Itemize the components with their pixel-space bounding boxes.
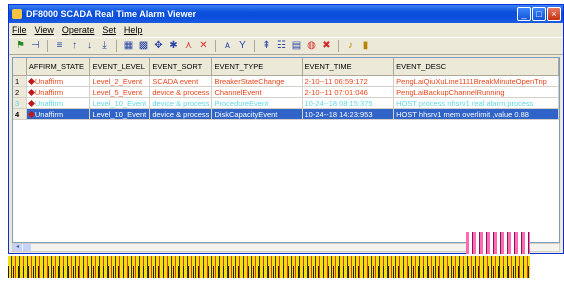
event-time-cell: 2-10--11 07:01:046 — [302, 86, 395, 98]
menu-help[interactable]: Help — [124, 23, 143, 37]
print-icon[interactable]: ⇞ — [261, 40, 272, 52]
event-type-cell: DiskCapacityEvent — [211, 108, 303, 120]
confirm-icon[interactable]: ✱ — [168, 40, 179, 52]
event-sort-cell: SCADA event — [149, 75, 213, 87]
sort-icon[interactable]: ≡ — [54, 40, 65, 52]
row-number: 3 — [13, 97, 27, 109]
event-level-cell: Level_10_Event — [89, 97, 151, 109]
grid-icon[interactable]: ▦ — [123, 40, 134, 52]
column-header-event-time[interactable]: EVENT_TIME — [302, 58, 395, 76]
down-arrow-icon[interactable]: ↓ — [84, 40, 95, 52]
toolbar-separator — [338, 40, 339, 52]
app-icon — [12, 9, 22, 19]
toolbar: ⚑ ⊣ ≡ ↑ ↓ ⤓ ▦ ▩ ✥ ✱ ⋏ ✕ ᴀ Y ⇞ ☷ ▤ ◍ ✖ ♪ … — [9, 37, 563, 55]
event-time-cell: 10-24--18 14:23:953 — [302, 108, 395, 120]
unaffirmed-alarm-icon — [27, 99, 35, 108]
clear-icon[interactable]: ◍ — [306, 40, 317, 52]
menu-file[interactable]: File — [12, 23, 27, 37]
columns-icon[interactable]: ☷ — [276, 40, 287, 52]
table-row[interactable]: 1 Unaffirm Level_2_Event SCADA event Bre… — [13, 75, 559, 87]
event-desc-cell: PengLaiBackupChannelRunning — [393, 86, 559, 98]
table-row[interactable]: 2 Unaffirm Level_5_Event device & proces… — [13, 86, 559, 98]
row-number: 4 — [13, 108, 27, 120]
filter-funnel-icon[interactable]: Y — [237, 40, 248, 52]
table-row[interactable]: 3 Unaffirm Level_10_Event device & proce… — [13, 97, 559, 109]
save-icon[interactable]: ▤ — [291, 40, 302, 52]
affirm-state-text: Unaffirm — [34, 76, 64, 86]
event-desc-cell: PengLaiQiuXuLine1111BreakMinuteOpenTrip — [393, 75, 559, 87]
exit-icon[interactable]: ▮ — [360, 40, 371, 52]
toolbar-separator — [116, 40, 117, 52]
filter-icon[interactable]: ⊣ — [30, 40, 41, 52]
toolbar-separator — [47, 40, 48, 52]
affirm-state-cell: Unaffirm — [26, 97, 91, 109]
affirm-state-cell: Unaffirm — [26, 75, 91, 87]
corrupted-text-overlay — [8, 266, 530, 278]
bottom-arrow-icon[interactable]: ⤓ — [99, 40, 110, 52]
minimize-button[interactable]: _ — [517, 7, 531, 21]
event-desc-cell: HOST hhsrv1 mem overlimit ,value 0.88 — [393, 108, 559, 120]
delete-icon[interactable]: ✕ — [198, 40, 209, 52]
unaffirmed-alarm-icon — [27, 110, 35, 119]
row-number: 1 — [13, 75, 27, 87]
window-title: DF8000 SCADA Real Time Alarm Viewer — [26, 9, 197, 19]
event-level-cell: Level_10_Event — [89, 108, 151, 120]
column-header-event-level[interactable]: EVENT_LEVEL — [89, 58, 151, 76]
corrupted-pixel-block — [466, 232, 530, 254]
event-sort-cell: device & process — [149, 86, 213, 98]
affirm-state-text: Unaffirm — [34, 109, 64, 119]
close-button[interactable]: × — [547, 7, 561, 21]
menu-operate[interactable]: Operate — [62, 23, 95, 37]
event-type-cell: ProcedureEvent — [211, 97, 303, 109]
event-sort-cell: device & process — [149, 97, 213, 109]
maximize-button[interactable]: □ — [532, 7, 546, 21]
sound-icon[interactable]: ♪ — [345, 40, 356, 52]
event-level-cell: Level_5_Event — [89, 86, 151, 98]
toolbar-separator — [254, 40, 255, 52]
menu-set[interactable]: Set — [102, 23, 116, 37]
event-type-cell: ChannelEvent — [211, 86, 303, 98]
alarm-viewer-window: DF8000 SCADA Real Time Alarm Viewer _ □ … — [8, 4, 564, 254]
window-controls: _ □ × — [517, 7, 561, 21]
affirm-state-text: Unaffirm — [34, 98, 64, 108]
affirm-state-cell: Unaffirm — [26, 86, 91, 98]
scroll-left-icon[interactable]: ◂ — [13, 244, 22, 251]
event-time-cell: 2-10--11 06:59:172 — [302, 75, 395, 87]
unaffirmed-alarm-icon — [27, 77, 35, 86]
remove-icon[interactable]: ✖ — [321, 40, 332, 52]
find-icon[interactable]: ᴀ — [222, 40, 233, 52]
column-header-event-desc[interactable]: EVENT_DESC — [393, 58, 559, 76]
event-type-cell: BreakerStateChange — [211, 75, 303, 87]
up-arrow-icon[interactable]: ↑ — [69, 40, 80, 52]
column-header-event-type[interactable]: EVENT_TYPE — [211, 58, 303, 76]
event-level-cell: Level_2_Event — [89, 75, 151, 87]
unaffirmed-alarm-icon — [27, 88, 35, 97]
event-desc-cell: HOST process nhsrv1 real alarm process — [393, 97, 559, 109]
alarm-table: AFFIRM_STATE EVENT_LEVEL EVENT_SORT EVEN… — [12, 57, 560, 243]
row-number: 2 — [13, 86, 27, 98]
column-header-event-sort[interactable]: EVENT_SORT — [149, 58, 213, 76]
expand-icon[interactable]: ⋏ — [183, 40, 194, 52]
grid-select-icon[interactable]: ▩ — [138, 40, 149, 52]
pin-icon[interactable]: ⚑ — [15, 40, 26, 52]
table-row-selected[interactable]: 4 Unaffirm Level_10_Event device & proce… — [13, 108, 559, 120]
row-number-header — [13, 58, 27, 76]
table-header-row: AFFIRM_STATE EVENT_LEVEL EVENT_SORT EVEN… — [13, 58, 559, 76]
affirm-state-cell: Unaffirm — [26, 108, 91, 120]
title-bar[interactable]: DF8000 SCADA Real Time Alarm Viewer _ □ … — [9, 5, 563, 23]
event-sort-cell: device & process — [149, 108, 213, 120]
toolbar-separator — [215, 40, 216, 52]
menu-bar: File View Operate Set Help — [9, 23, 563, 37]
confirm-all-icon[interactable]: ✥ — [153, 40, 164, 52]
affirm-state-text: Unaffirm — [34, 87, 64, 97]
column-header-affirm-state[interactable]: AFFIRM_STATE — [26, 58, 91, 76]
event-time-cell: 10-24--18 08:15:375 — [302, 97, 395, 109]
menu-view[interactable]: View — [35, 23, 54, 37]
scrollbar-thumb[interactable] — [23, 244, 31, 251]
